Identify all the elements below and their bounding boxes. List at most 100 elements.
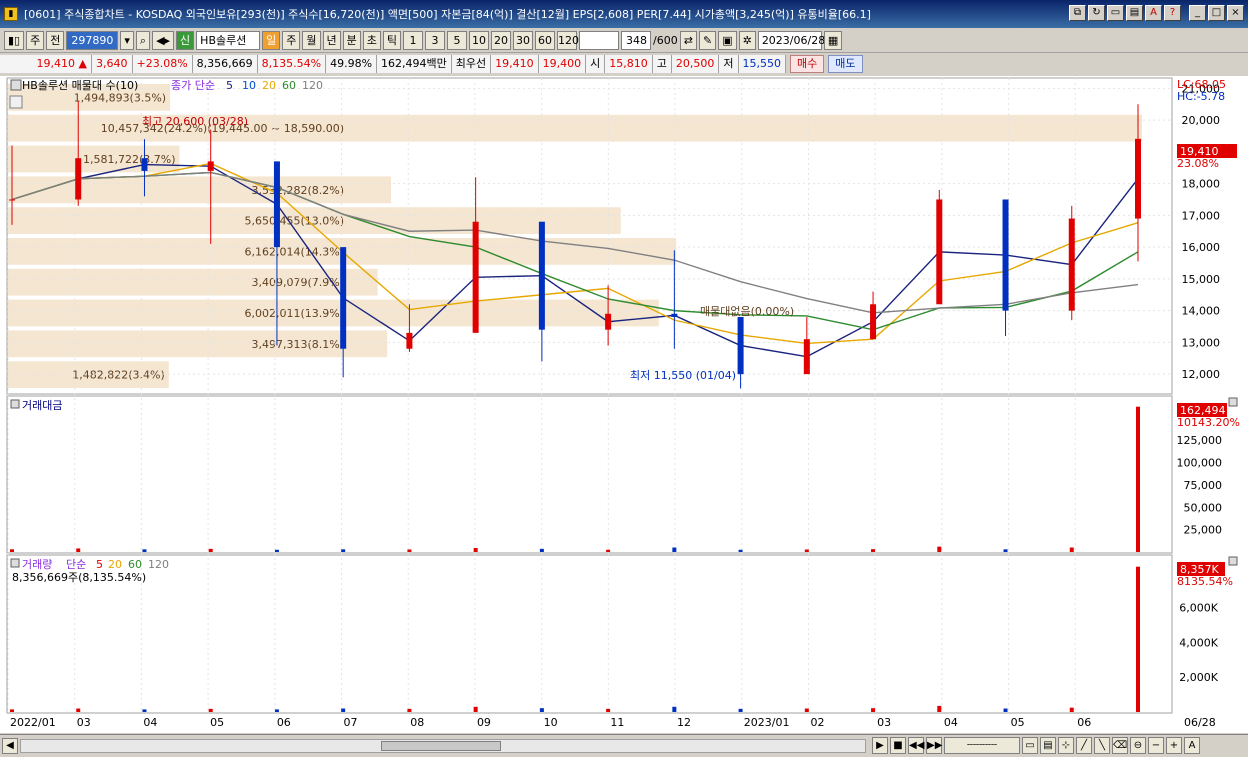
interval-30[interactable]: 30 — [513, 31, 534, 50]
tab-minute[interactable]: 분 — [342, 31, 361, 50]
stock-badge: 신 — [176, 31, 195, 50]
tab-week[interactable]: 주 — [282, 31, 301, 50]
print-icon[interactable]: ▤ — [1126, 5, 1143, 21]
price-tick-label: 12,000 — [1182, 368, 1221, 381]
amount-panel-icon[interactable] — [10, 399, 20, 409]
quote-amount: 162,494백만 — [377, 55, 452, 73]
settings-icon[interactable]: ✲ — [738, 31, 756, 50]
link-icon[interactable]: ⧉ — [1069, 5, 1086, 21]
amount-bar — [1069, 547, 1074, 552]
maximize-icon[interactable]: □ — [1208, 5, 1225, 21]
volume-bar — [672, 706, 677, 712]
scroll-thumb[interactable] — [381, 741, 501, 751]
amount-tick-label: 125,000 — [1177, 434, 1223, 447]
interval-1[interactable]: 1 — [403, 31, 424, 50]
tab-year[interactable]: 년 — [322, 31, 341, 50]
rewind-icon[interactable]: ◀◀ — [908, 737, 924, 754]
minimize-icon[interactable]: _ — [1189, 5, 1206, 21]
chart-canvas[interactable]: 1,494,893(3.5%)10,457,342(24.2%)(19,445.… — [0, 76, 1248, 733]
max-annotation: 최고 20,600 (03/28) — [142, 115, 248, 128]
interval-120[interactable]: 120 — [557, 31, 579, 50]
calendar-icon[interactable]: ▦ — [823, 31, 843, 50]
layout-single-icon[interactable]: ▭ — [1022, 737, 1038, 754]
quote-volume: 8,356,669 — [192, 55, 258, 73]
chart-type-icon[interactable]: ▮▯ — [4, 31, 25, 50]
volume-bar — [274, 709, 279, 712]
indicator-icon[interactable]: ⇄ — [679, 31, 697, 50]
candle-body — [340, 247, 347, 349]
speaker-icon[interactable]: ◀▸ — [152, 31, 175, 50]
stock-code-input[interactable]: 297890 — [66, 31, 119, 50]
chart-area[interactable]: 1,494,893(3.5%) 10,457,342(24.2%)(19,445.… — [0, 76, 1248, 733]
search-icon[interactable]: ⌕ — [135, 31, 151, 50]
amount-bar — [10, 549, 14, 552]
plus-icon[interactable]: + — [1166, 737, 1182, 754]
price-tick-label: 17,000 — [1182, 209, 1221, 222]
minus-icon[interactable]: − — [1148, 737, 1164, 754]
interval-60[interactable]: 60 — [535, 31, 556, 50]
amount-close-icon[interactable] — [1228, 397, 1238, 407]
trendline-icon[interactable]: ╱ — [1076, 737, 1092, 754]
prev-button[interactable]: 전 — [46, 31, 65, 50]
sell-button[interactable]: 매도 — [828, 55, 863, 73]
count-input[interactable]: 348 — [621, 31, 652, 50]
interval-20[interactable]: 20 — [491, 31, 512, 50]
tab-tick[interactable]: 틱 — [382, 31, 402, 50]
date-input[interactable]: 2023/06/28 — [757, 31, 825, 50]
draw-icon[interactable]: ✎ — [698, 31, 717, 50]
font-icon[interactable]: A — [1145, 5, 1162, 21]
interval-5[interactable]: 5 — [447, 31, 468, 50]
font-size-icon[interactable]: A — [1184, 737, 1200, 754]
profile-label: 1,494,893(3.5%) — [74, 91, 167, 104]
custom-interval-input[interactable] — [579, 31, 620, 50]
layout-icon[interactable]: ▭ — [1107, 5, 1124, 21]
volume-bar — [142, 709, 147, 712]
crosshair-icon[interactable]: ⊹ — [1058, 737, 1074, 754]
amount-bar — [208, 548, 213, 552]
volume-panel-title: 거래량 — [22, 558, 52, 571]
fib-icon[interactable]: ╲ — [1094, 737, 1110, 754]
layout-split-icon[interactable]: ▤ — [1040, 737, 1056, 754]
time-label: 05 — [210, 716, 224, 729]
dropdown-icon[interactable]: ▾ — [120, 31, 134, 50]
tab-day[interactable]: 일 — [262, 31, 281, 50]
interval-3[interactable]: 3 — [425, 31, 446, 50]
refresh-icon[interactable]: ↻ — [1088, 5, 1105, 21]
close-icon[interactable]: × — [1227, 5, 1244, 21]
tab-second[interactable]: 초 — [362, 31, 381, 50]
stop-icon[interactable]: ■ — [890, 737, 906, 754]
price-panel-title: HB솔루션 매물대 수(10) — [22, 79, 138, 92]
volume-panel-icon[interactable] — [10, 558, 20, 568]
play-icon[interactable]: ▶ — [872, 737, 888, 754]
interval-10[interactable]: 10 — [469, 31, 490, 50]
save-icon[interactable]: ▣ — [718, 31, 737, 50]
candle-body — [9, 199, 15, 201]
ma-20: 20 — [262, 79, 276, 92]
profile-label: 3,409,079(7.9%) — [251, 276, 344, 289]
scroll-left-icon[interactable]: ◀ — [2, 738, 18, 754]
grid-toggle-icon[interactable] — [9, 95, 23, 109]
amount-tick-label: 100,000 — [1177, 457, 1223, 470]
horizontal-scrollbar[interactable] — [20, 739, 866, 753]
candle-body — [870, 304, 877, 340]
zoom-out-icon[interactable]: ⊖ — [1130, 737, 1146, 754]
tab-month[interactable]: 월 — [302, 31, 321, 50]
volume-ma-120: 120 — [148, 558, 169, 571]
candle-body — [406, 332, 413, 349]
time-label: 03 — [77, 716, 91, 729]
chart-toolbar: ▮▯ 주 전 297890 ▾ ⌕ ◀▸ 신 HB솔루션 일 주 월 년 분 초… — [0, 29, 1248, 53]
stock-name-field[interactable]: HB솔루션 — [196, 31, 261, 50]
panel-menu-icon[interactable] — [10, 79, 22, 91]
speed-slider[interactable]: ┄┄┄┄┄ — [944, 737, 1020, 754]
eraser-icon[interactable]: ⌫ — [1112, 737, 1128, 754]
volume-close-icon[interactable] — [1228, 556, 1238, 566]
help-icon[interactable]: ? — [1164, 5, 1181, 21]
profile-label: 5,650,455(13.0%) — [244, 215, 344, 228]
volume-bar — [937, 705, 942, 712]
candle-body — [472, 221, 479, 333]
amount-bar — [539, 548, 544, 552]
period-select[interactable]: 주 — [26, 31, 45, 50]
buy-button[interactable]: 매수 — [790, 55, 825, 73]
fast-forward-icon[interactable]: ▶▶ — [926, 737, 942, 754]
best-ask: 19,410 — [491, 55, 539, 73]
